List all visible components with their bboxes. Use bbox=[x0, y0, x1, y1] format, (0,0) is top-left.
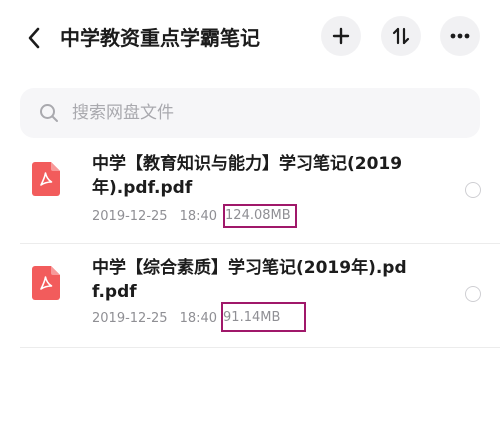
file-date: 2019-12-25 bbox=[92, 208, 168, 224]
select-radio[interactable] bbox=[465, 182, 481, 198]
divider bbox=[20, 347, 500, 348]
sort-button[interactable] bbox=[381, 16, 421, 56]
back-button[interactable] bbox=[20, 22, 48, 54]
file-meta: 2019-12-25 18:40 91.14MB bbox=[92, 302, 307, 332]
search-icon bbox=[38, 102, 60, 124]
search-bar[interactable] bbox=[20, 88, 480, 138]
chevron-left-icon bbox=[28, 27, 40, 49]
pdf-file-icon bbox=[32, 162, 60, 196]
top-bar: 中学教资重点学霸笔记 bbox=[0, 0, 500, 76]
file-name: 中学【综合素质】学习笔记(2019年).pdf.pdf bbox=[92, 258, 407, 302]
file-size: 91.14MB bbox=[221, 302, 307, 332]
file-date: 2019-12-25 bbox=[92, 311, 168, 326]
file-time: 18:40 bbox=[179, 311, 218, 326]
sort-arrows-icon bbox=[392, 27, 410, 45]
more-options-button[interactable] bbox=[440, 16, 480, 56]
file-meta: 2019-12-25 18:40 124.08MB bbox=[92, 204, 297, 228]
page-title: 中学教资重点学霸笔记 bbox=[60, 26, 260, 50]
select-radio[interactable] bbox=[465, 286, 481, 302]
search-input[interactable] bbox=[72, 103, 432, 123]
file-size: 124.08MB bbox=[223, 204, 297, 228]
pdf-file-icon bbox=[32, 266, 60, 300]
plus-icon bbox=[332, 27, 350, 45]
list-item[interactable]: 中学【综合素质】学习笔记(2019年).pdf.pdf 2019-12-25 18… bbox=[0, 244, 500, 348]
file-name: 中学【教育知识与能力】学习笔记(2019年).pdf.pdf bbox=[92, 154, 403, 198]
file-time: 18:40 bbox=[179, 208, 218, 224]
ellipsis-icon bbox=[450, 33, 470, 39]
add-button[interactable] bbox=[321, 16, 361, 56]
list-item[interactable]: 中学【教育知识与能力】学习笔记(2019年).pdf.pdf 2019-12-2… bbox=[0, 140, 500, 244]
